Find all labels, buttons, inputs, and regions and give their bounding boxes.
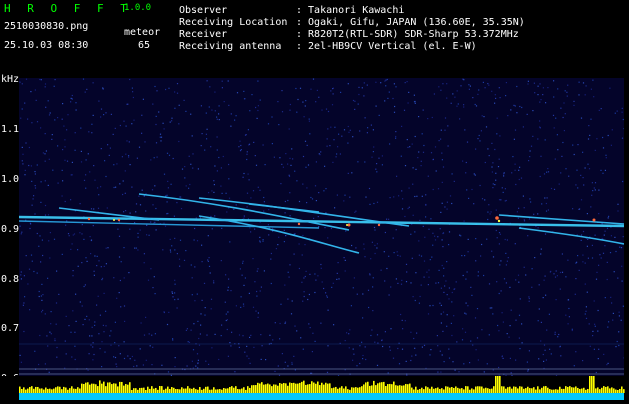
datetime-text: 25.10.03 08:30 bbox=[4, 40, 88, 52]
info-value-antenna: : 2el-HB9CV Vertical (el. E-W) bbox=[296, 41, 477, 53]
info-label-antenna: Receiving antenna bbox=[179, 41, 281, 53]
info-label-receiver: Receiver bbox=[179, 29, 227, 41]
freq-tick: 0.8 bbox=[1, 274, 19, 285]
freq-tick: 1.1 bbox=[1, 124, 19, 135]
meteor-label: meteor bbox=[124, 27, 160, 39]
app-version: 1.0.0 bbox=[124, 3, 151, 13]
spectrogram-image bbox=[19, 78, 624, 376]
spectrogram-panel bbox=[19, 78, 624, 376]
app-logo: H R O F F T bbox=[4, 2, 132, 15]
signal-level-bars bbox=[0, 376, 629, 400]
freq-tick: 1.0 bbox=[1, 174, 19, 185]
freq-tick: 0.7 bbox=[1, 323, 19, 334]
info-value-observer: : Takanori Kawachi bbox=[296, 5, 404, 17]
info-label-observer: Observer bbox=[179, 5, 227, 17]
filename-text: 2510030830.png bbox=[4, 21, 88, 33]
info-label-location: Receiving Location bbox=[179, 17, 287, 29]
info-value-receiver: : R820T2(RTL-SDR) SDR-Sharp 53.372MHz bbox=[296, 29, 519, 41]
freq-tick: 0.9 bbox=[1, 224, 19, 235]
signal-level-strip bbox=[0, 376, 629, 400]
info-value-location: : Ogaki, Gifu, JAPAN (136.60E, 35.35N) bbox=[296, 17, 525, 29]
freq-unit-label: kHz bbox=[1, 74, 19, 85]
meteor-count: 65 bbox=[138, 40, 150, 52]
